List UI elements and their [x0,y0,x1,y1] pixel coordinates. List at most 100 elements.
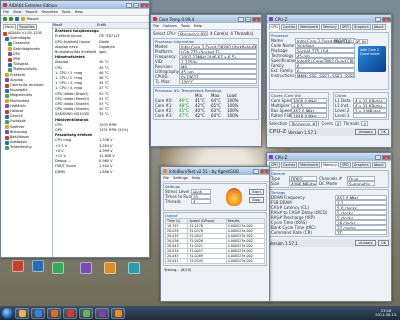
taskbar-button-aida64[interactable] [63,307,77,319]
tree-item-icon [5,109,9,114]
tab-mainboard[interactable]: Mainboard [298,24,321,30]
minimize-button[interactable]: _ [375,16,381,22]
menu-file[interactable]: File [163,176,169,180]
close-button[interactable]: × [382,154,391,160]
tree-item-icon [5,83,9,88]
selection-row: Selection Processor #1 Cores 4 Threads 4 [267,121,391,126]
aida64-titlebar[interactable]: AIDA64 Extreme Edition _ □ × [1,1,149,9]
tab-graphics[interactable]: Graphics [351,162,371,168]
maximize-button[interactable]: □ [133,2,139,8]
tree-item-icon [5,120,9,125]
system-clock[interactable]: 23:18 2011.06.13. [375,309,400,317]
tree-item-icon [5,88,9,93]
coretemp-titlebar[interactable]: Core Temp 0.99.4 _ □ × [151,15,261,23]
back-icon[interactable] [3,17,7,21]
close-button[interactable]: × [382,16,391,22]
tab-mainboard[interactable]: Mainboard [298,162,321,168]
minimize-button[interactable]: _ [126,2,132,8]
taskbar-button-browser[interactable] [31,307,45,319]
selection-dropdown[interactable]: Processor #1 [289,121,320,126]
sensor-name: DIMM [55,169,65,174]
stop-button[interactable]: Stop [249,197,264,203]
validate-button[interactable]: Validate [355,240,376,246]
minimize-button[interactable]: _ [253,168,259,174]
cpuz-icon [98,309,106,317]
aida64-app-icon [3,3,7,7]
thermometer-icon [82,309,90,317]
cpuz-memory-footer: Version 1.57.1 Validate OK [267,239,391,247]
tab-graphics[interactable]: Graphics [351,24,371,30]
desktop-icon[interactable] [104,262,116,274]
menu-favorites[interactable]: Favorites [41,10,57,14]
menu-help[interactable]: Help [75,10,83,14]
minimize-button[interactable]: _ [375,154,381,160]
menu-file[interactable]: File [3,10,9,14]
tab-cpu[interactable]: CPU [269,24,280,30]
cpuz-memory-titlebar[interactable]: CPU-Z _ × [267,153,391,161]
desktop-icon[interactable] [32,260,44,272]
taskbar-button-media[interactable] [47,307,61,319]
menu-file[interactable]: File [153,24,159,28]
menu-help[interactable]: Help [192,176,200,180]
start-button[interactable]: Start [249,189,264,195]
taskbar-button-explorer[interactable] [15,307,29,319]
desktop-icon[interactable] [128,262,140,274]
menu-report[interactable]: Report [26,10,38,14]
cpu-field-value: MMX, SSE, SSE2, SSE3, SSSE3, SSE4.1, EM6… [295,73,355,78]
menu-tools[interactable]: Tools [181,24,190,28]
desktop-icon[interactable] [52,262,64,274]
start-orb[interactable] [2,307,13,319]
intelburntest-titlebar[interactable]: IntelBurnTest v2.51 - by AgentGOD _ × [161,167,269,175]
threads-input[interactable]: 4 [191,199,211,204]
desktop-icon[interactable] [80,262,92,274]
report-icon[interactable] [21,17,25,21]
tab-about[interactable]: About [371,162,386,168]
tab-cpu[interactable]: CPU [269,162,280,168]
ok-button[interactable]: OK [377,240,389,246]
tree-item-icon [5,104,9,109]
cpuz-version: Version 1.57.1 [288,129,317,135]
close-button[interactable]: × [252,16,261,22]
tab-memory[interactable]: Memory [321,162,339,168]
desktop-icon[interactable] [12,260,24,272]
refresh-icon[interactable] [15,17,19,21]
menu-settings[interactable]: Settings [173,176,188,180]
intelburntest-status: Testing... (8/10) [164,268,192,272]
taskbar-button-intelburntest[interactable] [111,307,125,319]
column-value[interactable]: Érték [97,23,106,28]
menu-tools[interactable]: Tools [62,10,71,14]
column-field[interactable]: Mező [53,23,97,28]
tab-caches[interactable]: Caches [280,24,298,30]
menu-view[interactable]: View [13,10,22,14]
tree-item[interactable]: Teljesítmény [3,145,52,151]
sensor-row[interactable]: DIMM 1.856 V [55,170,149,175]
taskbar-button-coretemp[interactable] [79,307,93,319]
cpuz-titlebar[interactable]: CPU-Z _ × [267,15,391,23]
minimize-button[interactable]: _ [238,16,244,22]
select-cpu-label: Select CPU: [153,31,177,36]
core-temp-cell: Core #3: [155,113,173,118]
tab-caches[interactable]: Caches [280,162,298,168]
tab-spd[interactable]: SPD [339,24,351,30]
taskbar-button-cpuz[interactable] [95,307,109,319]
menu-help[interactable]: Help [194,24,202,28]
close-button[interactable]: × [260,168,269,174]
close-button[interactable]: × [140,2,149,8]
menu-options[interactable]: Options [163,24,177,28]
report-button[interactable]: Report [27,17,39,21]
general-group: General Type DDR2 Channels # Dual Size 4… [269,170,389,188]
tab-memory[interactable]: Memory [321,24,339,30]
validate-button[interactable]: Validate [355,129,376,135]
tab-spd[interactable]: SPD [339,162,351,168]
tree-item-icon [5,135,9,140]
tab-menu[interactable]: Menu [3,24,17,30]
forward-icon[interactable] [9,17,13,21]
maximize-button[interactable]: □ [245,16,251,22]
flame-icon [114,309,122,317]
settings-group: Settings Stress Level High Times to Run … [163,183,267,211]
cpu-select[interactable]: Processor #0 [178,31,209,36]
ok-button[interactable]: OK [377,129,389,135]
tab-about[interactable]: About [371,24,386,30]
tab-favorites[interactable]: Favorites [17,24,37,30]
threads-value: 4 [361,121,368,126]
